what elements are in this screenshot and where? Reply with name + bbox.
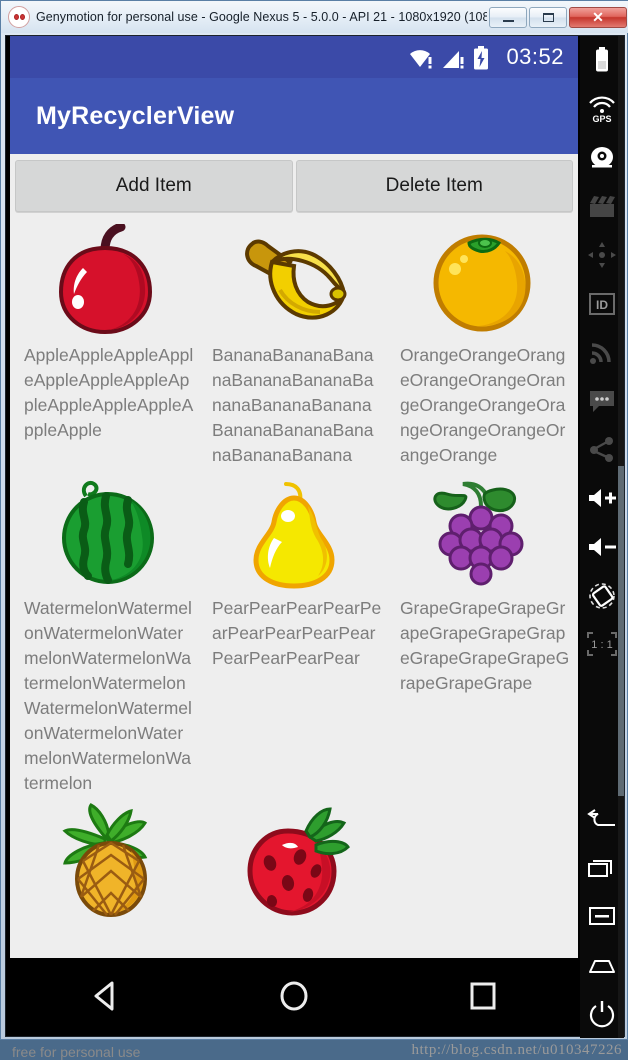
share-icon: [590, 436, 613, 462]
battery-charging-icon: [474, 46, 489, 70]
volume-up-icon: [589, 489, 616, 508]
volume-down-icon: [589, 538, 616, 557]
grid-item-banana[interactable]: BananaBananaBananaBananaBananaBananaBana…: [200, 217, 388, 470]
svg-text:ID: ID: [596, 298, 608, 312]
rotate-icon: [589, 582, 615, 609]
grid-item-label: BananaBananaBananaBananaBananaBananaBana…: [211, 345, 374, 465]
minimize-icon: [502, 19, 514, 22]
back-triangle-icon[interactable]: [88, 979, 122, 1013]
maximize-icon: [542, 12, 554, 22]
pineapple-art: [18, 802, 194, 920]
watermark-left: free for personal use: [12, 1044, 141, 1060]
network-icon: [590, 343, 611, 365]
cellular-warning-icon: [443, 51, 464, 69]
grid-item-pineapple[interactable]: [12, 798, 200, 926]
window-controls: ✕: [487, 1, 628, 33]
app-bar: MyRecyclerView: [10, 78, 578, 154]
video-icon: [590, 196, 615, 218]
grid-item-strawberry[interactable]: [200, 798, 388, 926]
apple-art: [18, 221, 194, 339]
orange-icon: [433, 234, 531, 332]
wifi-warning-icon: [410, 50, 432, 69]
home-circle-icon[interactable]: [277, 979, 311, 1013]
grid-item-label: AppleAppleAppleAppleAppleAppleAppleApple…: [24, 345, 194, 440]
sidebar-scrollbar-track[interactable]: [618, 36, 624, 1038]
camera-icon: [591, 146, 613, 168]
close-button[interactable]: ✕: [569, 6, 627, 28]
add-item-button[interactable]: Add Item: [15, 160, 293, 212]
genymotion-sidebar: GPS ID 1: 1: [580, 36, 624, 1038]
watermelon-art: [18, 474, 194, 592]
recents-icon: [588, 859, 612, 877]
android-navigation-bar: [10, 958, 578, 1034]
grid-item-label: [206, 920, 382, 924]
power-icon: [589, 1000, 615, 1027]
genymotion-window: Genymotion for personal use - Google Nex…: [0, 0, 628, 1060]
banana-art: [206, 221, 382, 339]
watermelon-icon: [61, 481, 154, 584]
grid-item-label: WatermelonWatermelonWatermelonWatermelon…: [24, 598, 192, 793]
grid-item-label: GrapeGrapeGrapeGrapeGrapeGrapeGrapeGrape…: [399, 598, 570, 693]
grape-icon: [433, 481, 524, 586]
watermark-right: http://blog.csdn.net/u010347226: [411, 1042, 622, 1058]
svg-text:GPS: GPS: [592, 114, 611, 123]
banana-icon: [245, 239, 347, 320]
identifiers-icon: ID: [589, 292, 615, 315]
apple-icon: [59, 224, 153, 335]
pear-art: [206, 474, 382, 592]
grid-item-watermelon[interactable]: WatermelonWatermelonWatermelonWatermelon…: [12, 470, 200, 798]
grape-art: [394, 474, 570, 592]
minimize-button[interactable]: [489, 6, 527, 28]
menu-icon: [589, 907, 615, 926]
title-bar[interactable]: Genymotion for personal use - Google Nex…: [1, 1, 628, 33]
recycler-view-grid[interactable]: AppleAppleAppleAppleAppleAppleAppleApple…: [10, 217, 578, 926]
dpad-icon: [588, 242, 616, 269]
grid-item-apple[interactable]: AppleAppleAppleAppleAppleAppleAppleApple…: [12, 217, 200, 470]
android-status-bar: 03:52: [10, 36, 578, 78]
sidebar-scrollbar-thumb[interactable]: [618, 466, 624, 796]
window-title: Genymotion for personal use - Google Nex…: [36, 10, 487, 24]
grid-item-pear[interactable]: PearPearPearPearPearPearPearPearPearPear…: [200, 470, 388, 798]
pineapple-icon: [62, 803, 148, 917]
emulator-body: 03:52 MyRecyclerView Add Item Delete Ite…: [5, 35, 625, 1060]
battery-icon: [596, 47, 608, 72]
orange-art: [394, 221, 570, 339]
delete-item-button[interactable]: Delete Item: [295, 160, 573, 212]
sms-icon: [590, 391, 614, 413]
status-bar-clock: 03:52: [506, 44, 564, 69]
grid-item-label: [18, 920, 194, 924]
strawberry-art: [206, 802, 382, 920]
recents-square-icon[interactable]: [466, 979, 500, 1013]
action-button-row: Add Item Delete Item: [10, 154, 578, 217]
back-icon: [587, 809, 615, 827]
svg-text:1 : 1: 1 : 1: [591, 639, 612, 651]
maximize-button[interactable]: [529, 6, 567, 28]
device-screen: 03:52 MyRecyclerView Add Item Delete Ite…: [10, 36, 578, 958]
strawberry-icon: [247, 807, 350, 916]
home-icon: [589, 960, 615, 974]
grid-item-label: PearPearPearPearPearPearPearPearPearPear…: [211, 598, 382, 668]
grid-item-label: OrangeOrangeOrangeOrangeOrangeOrangeOran…: [399, 345, 566, 465]
pear-icon: [253, 482, 335, 589]
gps-icon: GPS: [589, 96, 615, 123]
genymotion-logo-icon: [8, 6, 30, 28]
scale-1-1-icon: 1 : 1: [587, 632, 617, 657]
page-title: MyRecyclerView: [36, 101, 235, 130]
grid-item-grape[interactable]: GrapeGrapeGrapeGrapeGrapeGrapeGrapeGrape…: [388, 470, 576, 798]
grid-item-orange[interactable]: OrangeOrangeOrangeOrangeOrangeOrangeOran…: [388, 217, 576, 470]
